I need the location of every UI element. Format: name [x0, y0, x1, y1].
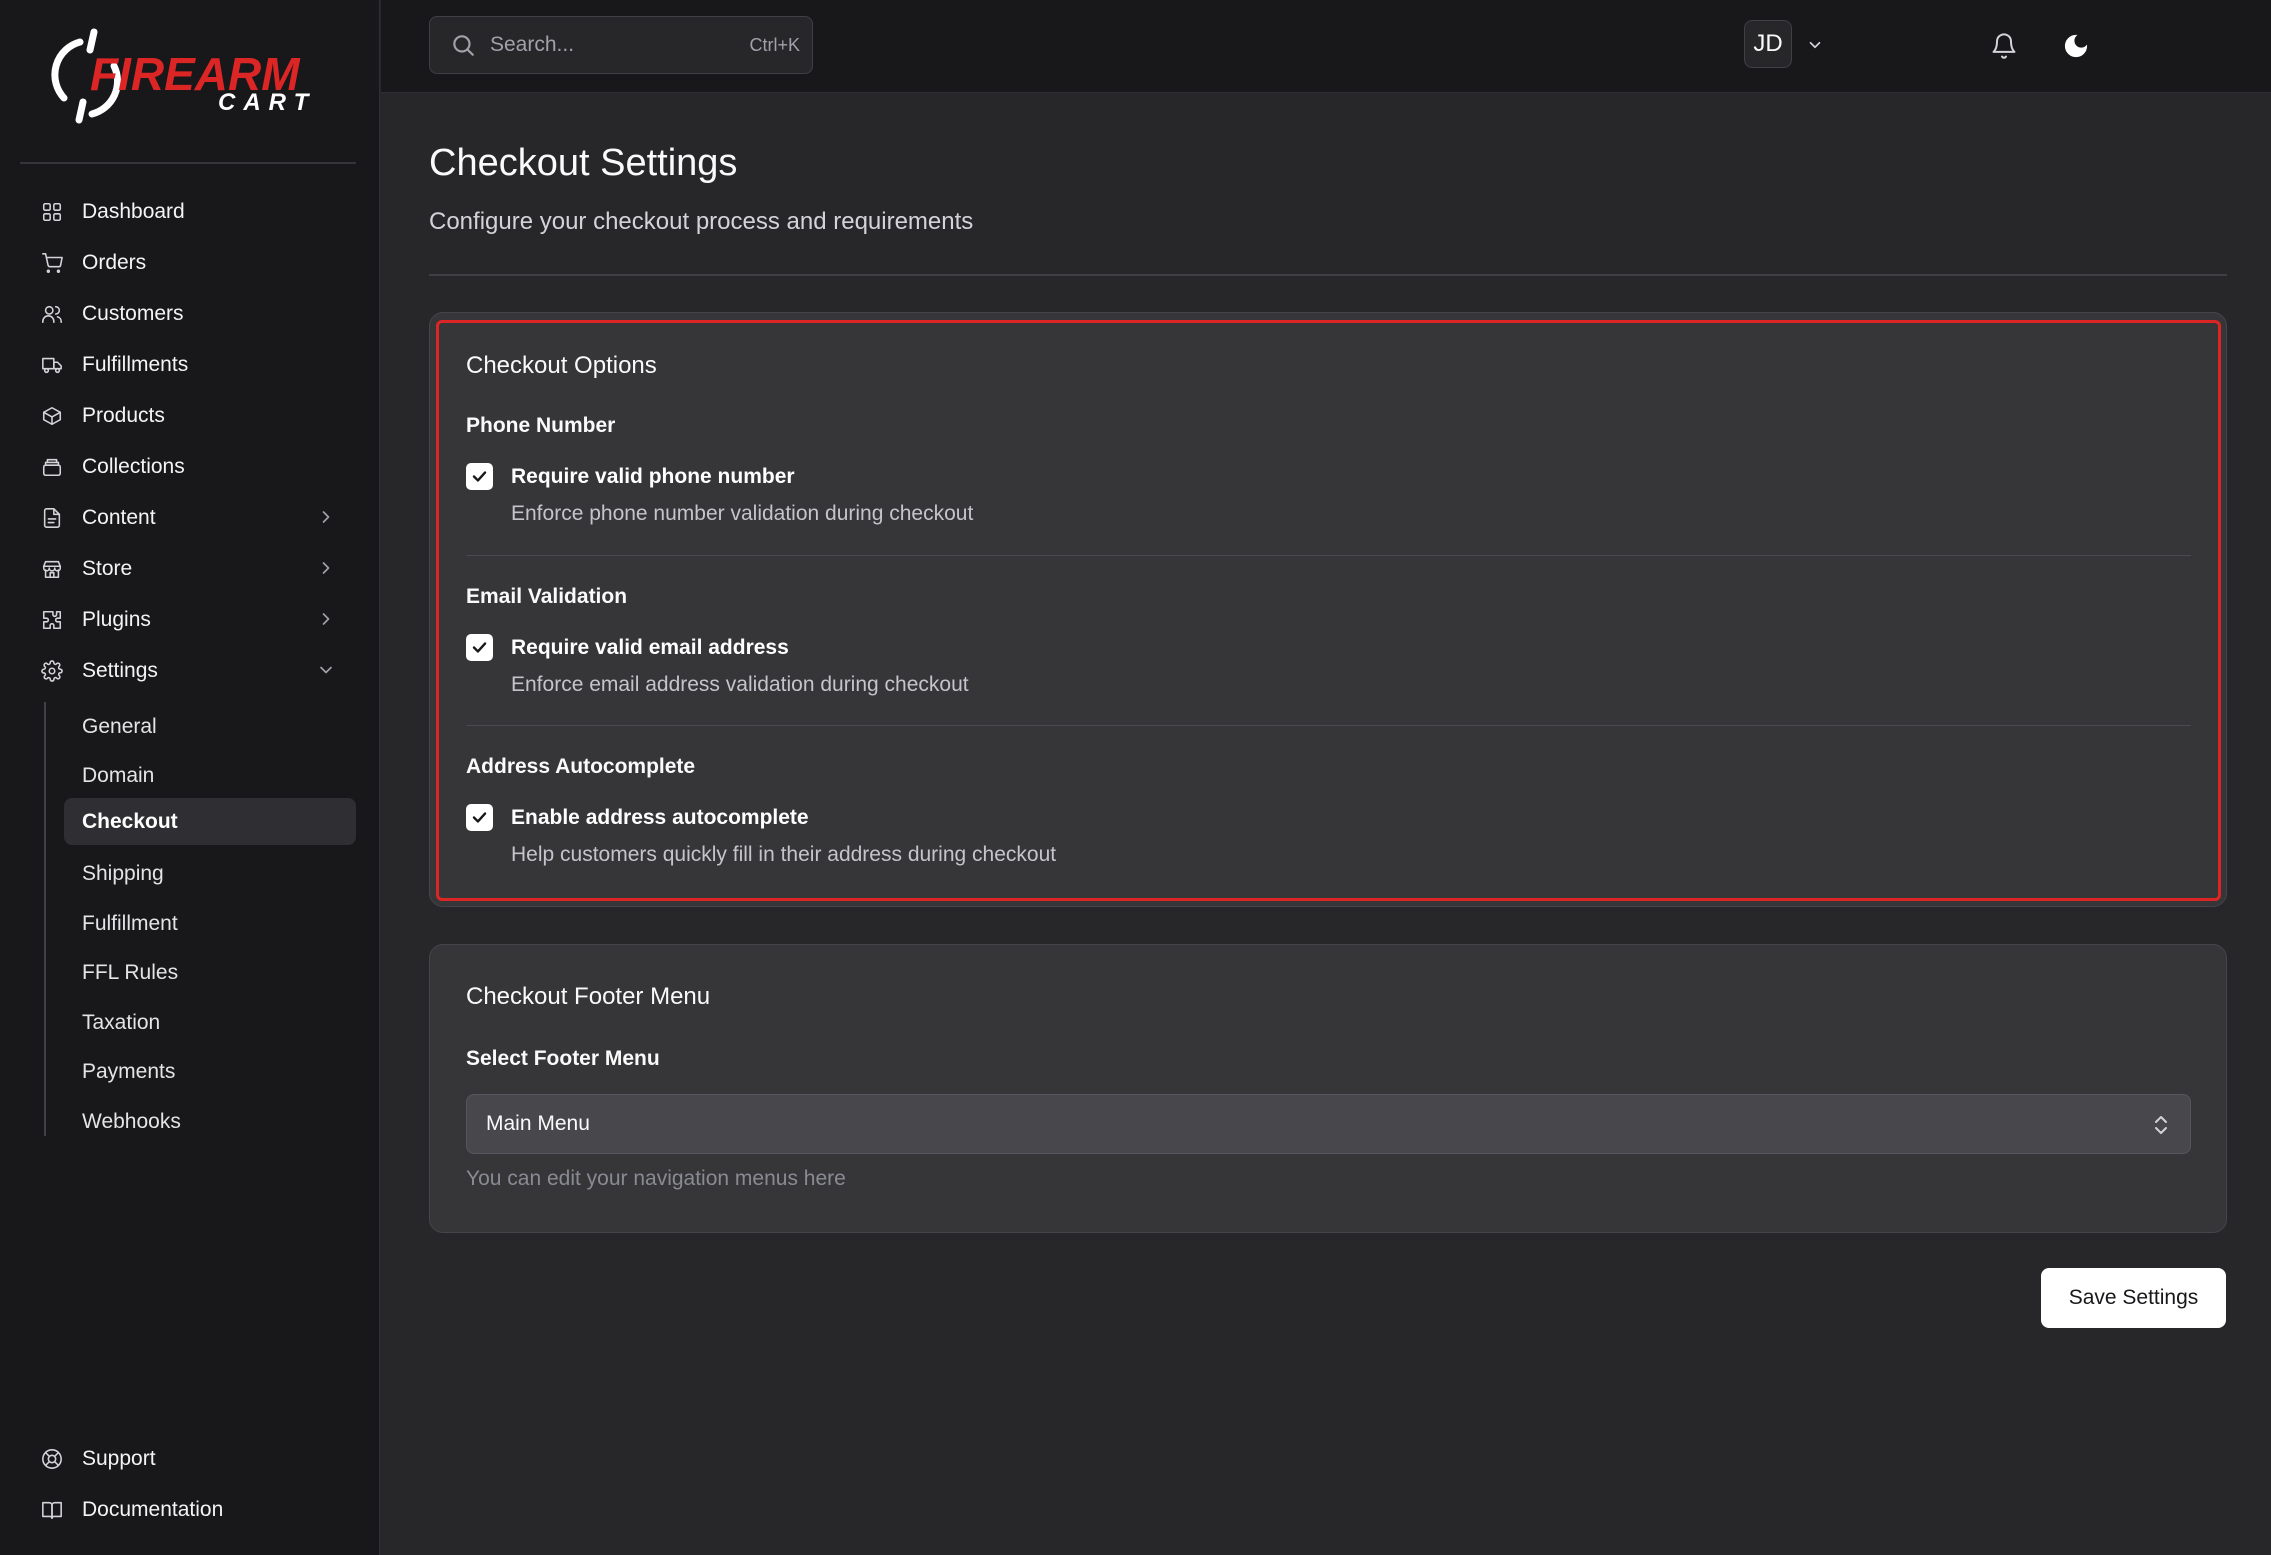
sidebar-item-shipping[interactable]: Shipping [64, 850, 356, 897]
sidebar-item-dashboard[interactable]: Dashboard [20, 186, 356, 237]
menu-help-link[interactable]: You can edit your navigation menus here [466, 1167, 846, 1191]
save-settings-button[interactable]: Save Settings [2041, 1268, 2226, 1328]
sidebar-item-label: Products [82, 403, 165, 427]
gear-icon [40, 659, 64, 683]
book-icon [40, 1498, 64, 1522]
sidebar-item-products[interactable]: Products [20, 390, 356, 441]
sidebar-item-general[interactable]: General [64, 703, 356, 750]
sidebar-item-label: Dashboard [82, 199, 185, 223]
sidebar-item-payments[interactable]: Payments [64, 1048, 356, 1095]
card-title: Checkout Options [466, 352, 657, 379]
page-title: Checkout Settings [429, 142, 738, 184]
sidebar-item-settings[interactable]: Settings [20, 645, 356, 696]
chevron-right-icon[interactable] [316, 609, 336, 629]
sidebar: FIREARM CART Dashboard Orders Customers … [0, 0, 380, 1555]
store-icon [40, 557, 64, 581]
sidebar-item-label: Plugins [82, 607, 151, 631]
sidebar-item-content[interactable]: Content [20, 492, 356, 543]
sidebar-item-documentation[interactable]: Documentation [20, 1484, 356, 1535]
truck-icon [40, 353, 64, 377]
sidebar-footer: Support Documentation [20, 1433, 356, 1535]
sidebar-item-store[interactable]: Store [20, 543, 356, 594]
check-icon [472, 812, 487, 823]
avatar[interactable]: JD [1744, 20, 1792, 68]
checkbox-label[interactable]: Require valid email address [511, 636, 789, 660]
title-divider [429, 274, 2227, 276]
footer-menu-select[interactable]: Main Menu [466, 1094, 2191, 1154]
address-autocomplete-option[interactable]: Enable address autocomplete [466, 804, 809, 831]
top-bar: Ctrl+K JD [381, 0, 2271, 93]
bell-icon[interactable] [1987, 29, 2021, 63]
select-label: Select Footer Menu [466, 1047, 660, 1070]
search-icon [450, 32, 476, 58]
sidebar-item-label: Collections [82, 454, 185, 478]
grid-icon [40, 200, 64, 224]
address-autocomplete-checkbox[interactable] [466, 804, 493, 831]
check-icon [472, 471, 487, 482]
chevron-down-icon[interactable] [316, 660, 336, 680]
settings-subnav: General Domain Checkout Shipping Fulfill… [44, 702, 356, 1136]
file-icon [40, 506, 64, 530]
users-icon [40, 302, 64, 326]
email-validation-checkbox[interactable] [466, 634, 493, 661]
sidebar-item-orders[interactable]: Orders [20, 237, 356, 288]
sidebar-item-taxation[interactable]: Taxation [64, 999, 356, 1046]
sidebar-item-plugins[interactable]: Plugins [20, 594, 356, 645]
logo-divider [20, 162, 356, 164]
help-text: Help customers quickly fill in their add… [511, 843, 1057, 866]
brand-name-bottom: CART [218, 89, 316, 116]
sidebar-item-fulfillment[interactable]: Fulfillment [64, 900, 356, 947]
brand-logo[interactable]: FIREARM CART [40, 28, 340, 128]
sidebar-item-label: Content [82, 505, 156, 529]
lifebuoy-icon [40, 1447, 64, 1471]
sidebar-item-label: Store [82, 556, 133, 580]
checkout-options-card: Checkout Options Phone Number Require va… [429, 312, 2227, 907]
phone-validation-checkbox[interactable] [466, 463, 493, 490]
box-icon [40, 404, 64, 428]
section-heading-phone: Phone Number [466, 414, 616, 437]
sidebar-item-fulfillments[interactable]: Fulfillments [20, 339, 356, 390]
search-input[interactable] [490, 33, 710, 57]
checkbox-label[interactable]: Require valid phone number [511, 465, 795, 489]
search-shortcut: Ctrl+K [749, 35, 800, 55]
sidebar-item-label: Orders [82, 250, 147, 274]
sidebar-item-checkout[interactable]: Checkout [64, 798, 356, 845]
sidebar-item-customers[interactable]: Customers [20, 288, 356, 339]
search-box[interactable]: Ctrl+K [429, 16, 813, 74]
moon-icon[interactable] [2059, 29, 2093, 63]
cart-icon [40, 251, 64, 275]
chevron-down-icon[interactable] [1806, 36, 1824, 54]
section-divider [466, 555, 2191, 556]
sidebar-item-label: Fulfillments [82, 352, 189, 376]
help-text: Enforce email address validation during … [511, 673, 969, 696]
section-heading-address: Address Autocomplete [466, 755, 696, 778]
sidebar-item-ffl-rules[interactable]: FFL Rules [64, 949, 356, 996]
card-title: Checkout Footer Menu [466, 983, 711, 1010]
sidebar-item-webhooks[interactable]: Webhooks [64, 1098, 356, 1145]
phone-validation-option[interactable]: Require valid phone number [466, 463, 795, 490]
sidebar-item-domain[interactable]: Domain [64, 752, 356, 799]
checkbox-label[interactable]: Enable address autocomplete [511, 806, 809, 830]
chevron-right-icon[interactable] [316, 558, 336, 578]
main-nav: Dashboard Orders Customers Fulfillments … [20, 186, 356, 696]
sidebar-item-label: Customers [82, 301, 184, 325]
page-subtitle: Configure your checkout process and requ… [429, 208, 974, 235]
chevron-up-down-icon [2152, 1113, 2170, 1137]
footer-menu-card: Checkout Footer Menu Select Footer Menu … [429, 944, 2227, 1233]
sidebar-item-label: Support [82, 1446, 156, 1470]
sidebar-item-label: Settings [82, 658, 158, 682]
sidebar-item-collections[interactable]: Collections [20, 441, 356, 492]
section-divider [466, 725, 2191, 726]
puzzle-icon [40, 608, 64, 632]
sidebar-item-label: Documentation [82, 1497, 224, 1521]
sidebar-item-support[interactable]: Support [20, 1433, 356, 1484]
select-value: Main Menu [486, 1112, 590, 1135]
section-heading-email: Email Validation [466, 585, 628, 608]
email-validation-option[interactable]: Require valid email address [466, 634, 789, 661]
chevron-right-icon[interactable] [316, 507, 336, 527]
help-text: Enforce phone number validation during c… [511, 502, 974, 525]
stack-icon [40, 455, 64, 479]
check-icon [472, 642, 487, 653]
